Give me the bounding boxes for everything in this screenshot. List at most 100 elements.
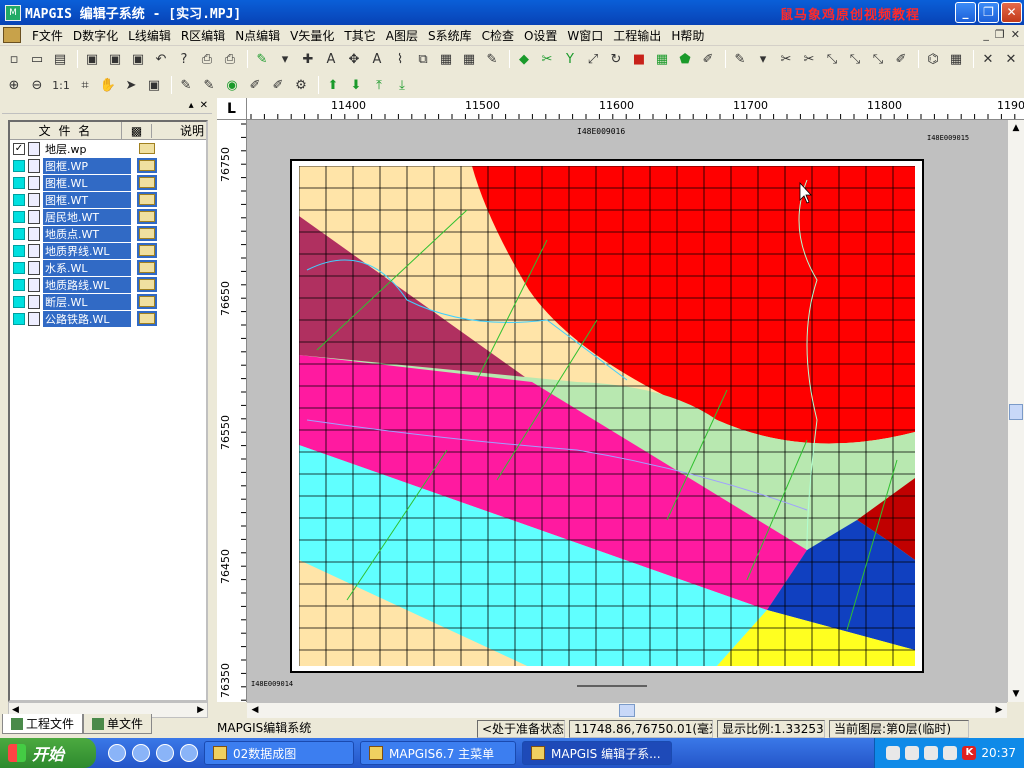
line-cut-icon[interactable]: ✂ <box>776 49 796 69</box>
close-button[interactable]: ✕ <box>1001 2 1022 23</box>
edit-tool-2-icon[interactable]: ✎ <box>199 75 219 95</box>
vertical-scroll-thumb[interactable] <box>1009 404 1023 420</box>
menu-output[interactable]: 工程输出 <box>608 27 666 44</box>
dropdown-arrow-icon[interactable]: ▾ <box>275 49 295 69</box>
scroll-left-icon[interactable]: ◀ <box>247 703 263 718</box>
open-folder-icon[interactable]: ▤ <box>50 49 70 69</box>
folder-icon[interactable] <box>137 209 157 224</box>
file-list-item[interactable]: 图框.WL <box>10 174 206 191</box>
topo-icon[interactable]: ✕ <box>978 49 998 69</box>
visibility-checkbox[interactable] <box>13 210 25 223</box>
tray-icon[interactable] <box>905 746 920 760</box>
tab-single-file[interactable]: 单文件 <box>83 714 153 734</box>
folder-icon[interactable] <box>137 226 157 241</box>
folder-icon[interactable] <box>137 277 157 292</box>
region-fill-icon[interactable]: ■ <box>629 49 649 69</box>
scroll-right-icon[interactable]: ▶ <box>991 703 1007 718</box>
mdi-restore-icon[interactable]: ❐ <box>995 28 1005 41</box>
region-merge-icon[interactable]: ⬟ <box>675 49 695 69</box>
paste-icon[interactable]: ▦ <box>436 49 456 69</box>
taskbar-item[interactable]: MAPGIS 编辑子系... <box>522 741 672 765</box>
line-join-icon[interactable]: ⤡ <box>822 49 842 69</box>
visibility-checkbox[interactable] <box>13 193 25 206</box>
save-all-icon[interactable]: ▣ <box>105 49 125 69</box>
file-list-item[interactable]: 图框.WT <box>10 191 206 208</box>
vertex-edit-icon[interactable]: ⌬ <box>923 49 943 69</box>
visibility-checkbox[interactable] <box>13 278 25 291</box>
minimize-button[interactable]: _ <box>955 2 976 23</box>
help-cursor-icon[interactable]: ? <box>174 49 194 69</box>
geologic-map[interactable]: I48E009016 I48E009015 I48E009014 <box>247 120 1007 702</box>
mdi-close-icon[interactable]: ✕ <box>1011 28 1020 41</box>
region-cut-icon[interactable]: ✂ <box>537 49 557 69</box>
region-add-icon[interactable]: ◆ <box>514 49 534 69</box>
menu-help[interactable]: H帮助 <box>666 27 709 44</box>
column-file-name[interactable]: 文 件 名 <box>10 122 122 139</box>
line-input-icon[interactable]: ✎ <box>730 49 750 69</box>
panel-pin-icon[interactable]: ▴ <box>189 100 194 111</box>
scroll-down-icon[interactable]: ▼ <box>1008 686 1024 702</box>
scroll-up-icon[interactable]: ▲ <box>1008 120 1024 136</box>
zoom-out-icon[interactable]: ⊖ <box>27 75 47 95</box>
arrow-down-icon[interactable]: ⬇ <box>346 75 366 95</box>
edit-tool-1-icon[interactable]: ✎ <box>176 75 196 95</box>
folder-icon[interactable] <box>137 158 157 173</box>
menu-file[interactable]: F文件 <box>27 27 68 44</box>
browser-icon[interactable] <box>132 744 150 762</box>
new-doc-icon[interactable]: ▭ <box>27 49 47 69</box>
menu-layer[interactable]: A图层 <box>381 27 423 44</box>
network-icon[interactable] <box>924 746 939 760</box>
edit-tool-6-icon[interactable]: ⚙ <box>291 75 311 95</box>
menu-vectorize[interactable]: V矢量化 <box>285 27 339 44</box>
save-icon[interactable]: ▣ <box>82 49 102 69</box>
restore-button[interactable]: ❐ <box>978 2 999 23</box>
edit-tool-5-icon[interactable]: ✐ <box>268 75 288 95</box>
line-close-icon[interactable]: ⤡ <box>868 49 888 69</box>
file-list-item[interactable]: ✓ 地层.wp <box>10 140 206 157</box>
folder-icon[interactable] <box>137 260 157 275</box>
line-delete-icon[interactable]: ✂ <box>799 49 819 69</box>
visibility-checkbox[interactable] <box>13 176 25 189</box>
file-list-item[interactable]: 图框.WP <box>10 157 206 174</box>
file-list-item[interactable]: 居民地.WT <box>10 208 206 225</box>
line-extend-icon[interactable]: ⤡ <box>845 49 865 69</box>
new-file-icon[interactable]: ▫ <box>4 49 24 69</box>
visibility-checkbox[interactable] <box>13 312 25 325</box>
file-list-item[interactable]: 断层.WL <box>10 293 206 310</box>
visibility-checkbox[interactable] <box>13 295 25 308</box>
menu-window[interactable]: W窗口 <box>562 27 608 44</box>
menu-region-edit[interactable]: R区编辑 <box>176 27 230 44</box>
edit-tool-3-icon[interactable]: ◉ <box>222 75 242 95</box>
print-preview-icon[interactable]: ⎙ <box>197 49 217 69</box>
menu-system-lib[interactable]: S系统库 <box>423 27 477 44</box>
menu-line-edit[interactable]: L线编辑 <box>123 27 176 44</box>
ie-icon[interactable] <box>108 744 126 762</box>
qq-icon[interactable] <box>180 744 198 762</box>
document-icon[interactable] <box>3 27 21 43</box>
folder-icon[interactable] <box>137 311 157 326</box>
file-list-item[interactable]: 地质点.WT <box>10 225 206 242</box>
line-param-icon[interactable]: ✐ <box>891 49 911 69</box>
taskbar-item[interactable]: 02数据成图 <box>204 741 354 765</box>
dropdown-arrow-icon[interactable]: ▾ <box>753 49 773 69</box>
taskbar-item[interactable]: MAPGIS6.7 主菜单 <box>360 741 516 765</box>
tray-icon[interactable] <box>886 746 901 760</box>
tab-project-files[interactable]: 工程文件 <box>2 714 84 734</box>
topo-check-icon[interactable]: ✕ <box>1001 49 1021 69</box>
folder-icon[interactable] <box>139 143 155 154</box>
map-canvas[interactable]: I48E009016 I48E009015 I48E009014 <box>247 120 1007 702</box>
region-param-icon[interactable]: ✐ <box>698 49 718 69</box>
edit-param-icon[interactable]: ✎ <box>482 49 502 69</box>
move-point-icon[interactable]: ✥ <box>344 49 364 69</box>
menu-digitize[interactable]: D数字化 <box>68 27 123 44</box>
folder-icon[interactable] <box>156 744 174 762</box>
mdi-minimize-icon[interactable]: _ <box>983 28 989 41</box>
folder-icon[interactable] <box>137 243 157 258</box>
region-grid-icon[interactable]: ▦ <box>652 49 672 69</box>
vertex-table-icon[interactable]: ▦ <box>946 49 966 69</box>
copy-icon[interactable]: ⧉ <box>413 49 433 69</box>
region-rotate-icon[interactable]: ↻ <box>606 49 626 69</box>
file-list-item[interactable]: 地质路线.WL <box>10 276 206 293</box>
add-point-icon[interactable]: ✚ <box>298 49 318 69</box>
arrow-bottom-icon[interactable]: ⤓ <box>392 75 412 95</box>
